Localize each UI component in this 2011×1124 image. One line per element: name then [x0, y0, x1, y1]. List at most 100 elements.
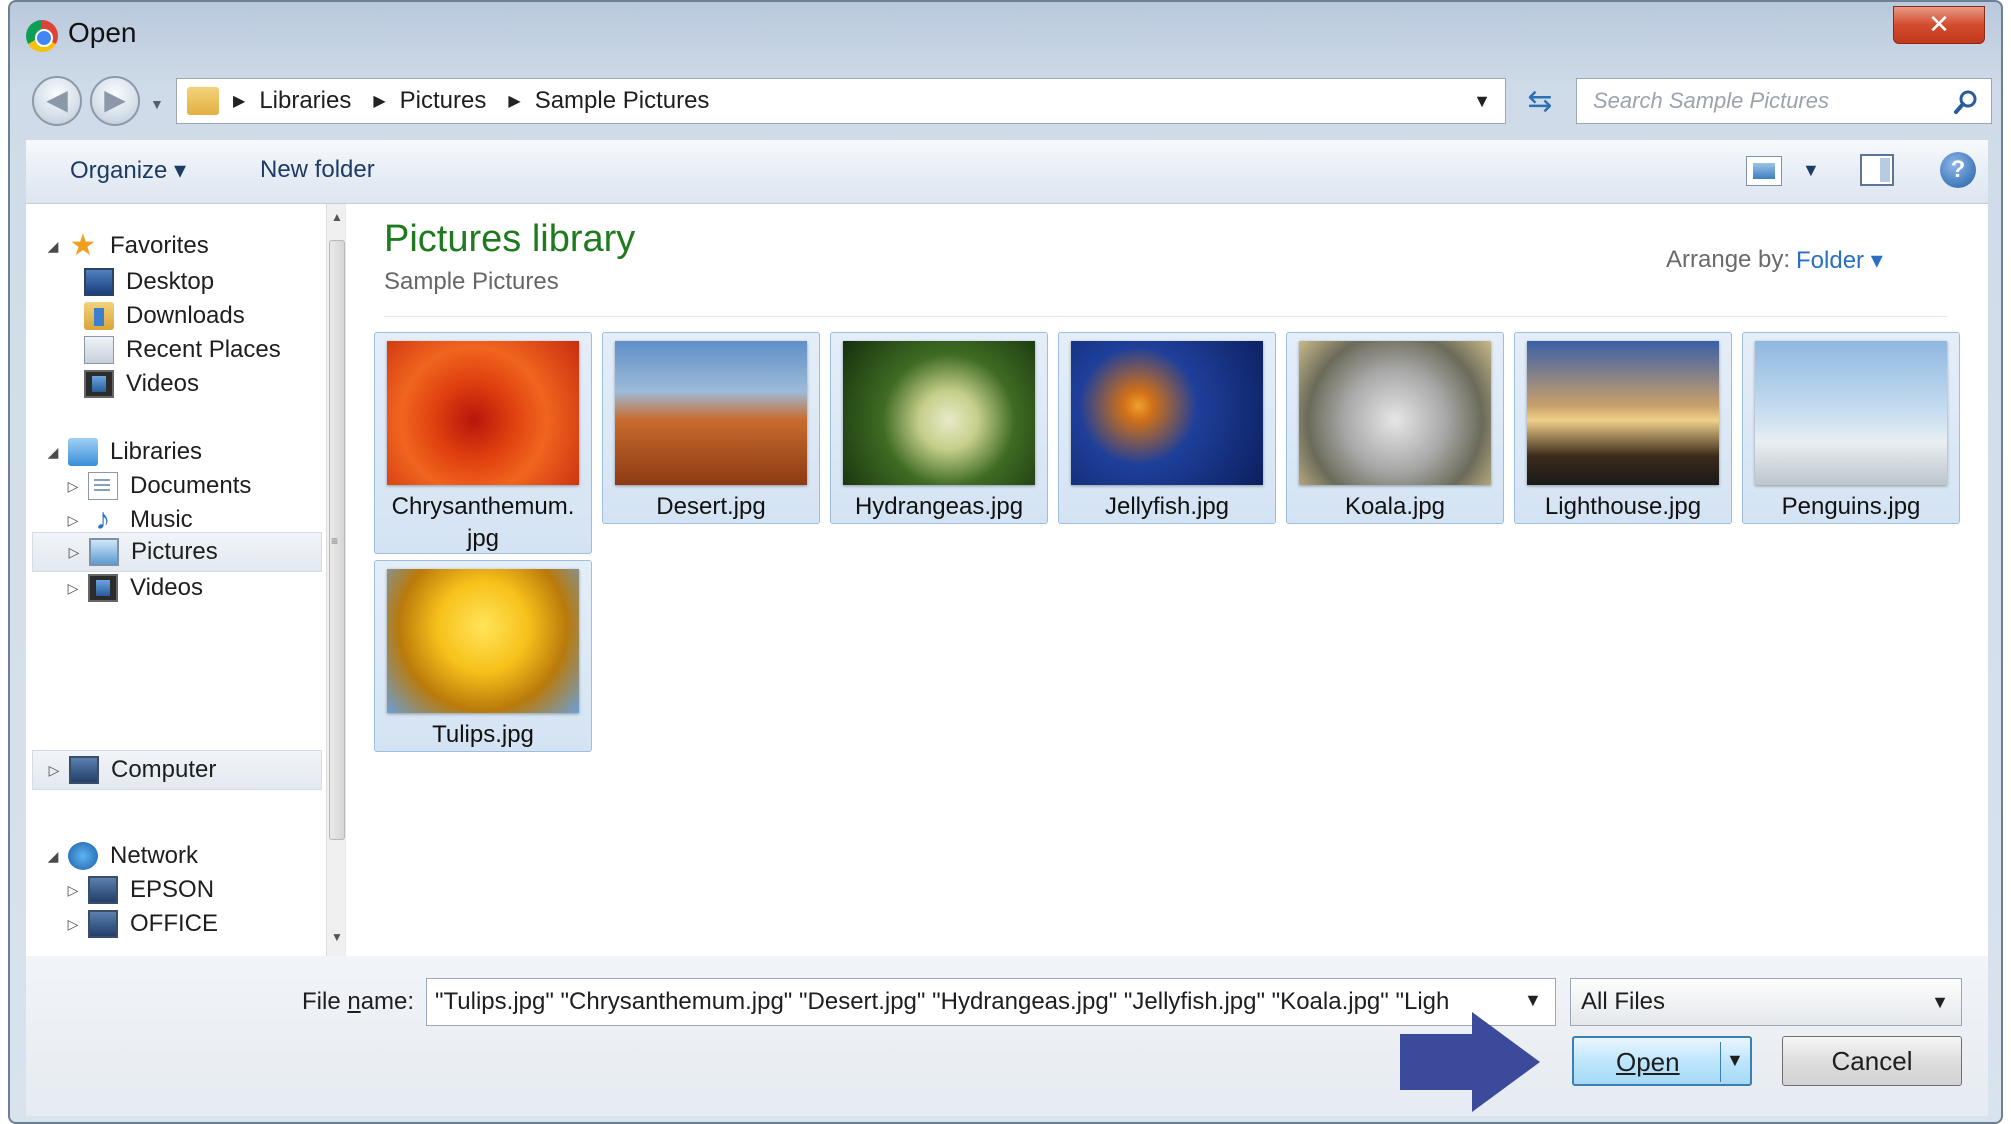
- nav-label: Recent Places: [126, 336, 281, 363]
- expand-icon[interactable]: ▷: [64, 882, 82, 899]
- thumbnail: [1299, 341, 1491, 485]
- expand-icon[interactable]: ▷: [64, 478, 82, 495]
- file-name-dropdown-icon[interactable]: ▼: [1524, 990, 1542, 1011]
- organize-menu[interactable]: Organize ▾: [70, 156, 186, 185]
- open-button[interactable]: Open ▼: [1572, 1036, 1752, 1086]
- file-name: Koala.jpg: [1344, 493, 1446, 520]
- search-placeholder: Search Sample Pictures: [1593, 88, 1829, 113]
- new-folder-button[interactable]: New folder: [260, 156, 375, 184]
- file-name-field[interactable]: "Tulips.jpg" "Chrysanthemum.jpg" "Desert…: [426, 978, 1556, 1026]
- nav-label: Pictures: [131, 538, 218, 565]
- file-tile-tulips[interactable]: Tulips.jpg: [374, 560, 592, 752]
- file-name: Penguins.jpg: [1781, 493, 1921, 520]
- nav-computer[interactable]: ▷ Computer: [32, 750, 322, 790]
- navigation-pane: ◢ ★ Favorites Desktop Downloads Recent P…: [26, 204, 346, 956]
- file-tile-desert[interactable]: Desert.jpg: [602, 332, 820, 524]
- window-title: Open: [68, 17, 137, 48]
- nav-label: Documents: [130, 472, 252, 499]
- refresh-icon[interactable]: ⇆: [1520, 84, 1560, 124]
- accelerator-key: n: [347, 988, 361, 1015]
- computer-icon: [88, 910, 118, 938]
- nav-pictures[interactable]: ▷ Pictures: [32, 532, 322, 572]
- divider: [384, 316, 1948, 317]
- search-icon[interactable]: [1953, 89, 1979, 115]
- expand-icon[interactable]: ▷: [64, 580, 82, 597]
- cancel-button[interactable]: Cancel: [1782, 1036, 1962, 1086]
- file-tile-jellyfish[interactable]: Jellyfish.jpg: [1058, 332, 1276, 524]
- desktop-icon: [84, 268, 114, 296]
- breadcrumb-libraries[interactable]: Libraries: [259, 87, 351, 115]
- back-button[interactable]: ◀: [32, 76, 82, 126]
- nav-label: Videos: [126, 370, 199, 397]
- breadcrumb: ▶ Libraries ▶ Pictures ▶ Sample Pictures: [233, 87, 731, 115]
- breadcrumb-pictures[interactable]: Pictures: [400, 87, 487, 115]
- chrome-icon: [26, 20, 58, 52]
- nav-label: Videos: [130, 574, 203, 601]
- file-tile-koala[interactable]: Koala.jpg: [1286, 332, 1504, 524]
- videos-icon: [84, 370, 114, 398]
- star-icon: ★: [69, 229, 97, 262]
- collapse-icon[interactable]: ◢: [44, 444, 62, 461]
- library-title: Pictures library: [384, 218, 636, 260]
- nav-favorite-videos[interactable]: Videos: [84, 364, 199, 404]
- thumbnail: [1755, 341, 1947, 485]
- nav-label: OFFICE: [130, 910, 218, 937]
- collapse-icon[interactable]: ◢: [44, 238, 62, 255]
- file-type-select[interactable]: All Files ▼: [1570, 978, 1962, 1026]
- nav-library-videos[interactable]: ▷ Videos: [64, 568, 203, 608]
- videos-icon: [88, 574, 118, 602]
- scroll-up-icon[interactable]: ▲: [329, 210, 345, 230]
- change-view-icon[interactable]: [1746, 156, 1782, 186]
- file-name: Desert.jpg: [656, 493, 766, 520]
- file-type-value: All Files: [1581, 988, 1666, 1015]
- file-tile-hydrangeas[interactable]: Hydrangeas.jpg: [830, 332, 1048, 524]
- thumbnail: [615, 341, 807, 485]
- address-dropdown-icon[interactable]: ▼: [1473, 91, 1491, 112]
- file-tile-penguins[interactable]: Penguins.jpg: [1742, 332, 1960, 524]
- expand-icon[interactable]: ▷: [65, 544, 83, 561]
- music-icon: ♪: [95, 503, 111, 536]
- file-name: Hydrangeas.jpg: [854, 493, 1024, 520]
- pictures-icon: [89, 538, 119, 566]
- chevron-right-icon[interactable]: ▶: [233, 91, 245, 111]
- file-list-pane: Pictures library Sample Pictures Arrange…: [348, 204, 1988, 956]
- open-label: Open: [1616, 1047, 1680, 1077]
- pointer-arrow-icon: [1400, 1012, 1540, 1112]
- file-tile-lighthouse[interactable]: Lighthouse.jpg: [1514, 332, 1732, 524]
- file-tile-chrysanthemum[interactable]: Chrysanthemum. jpg: [374, 332, 592, 554]
- open-options-dropdown-icon[interactable]: ▼: [1726, 1050, 1744, 1071]
- computer-icon: [88, 876, 118, 904]
- help-icon[interactable]: ?: [1940, 152, 1976, 188]
- open-dialog-window: Open ✕ ◀ ▶ ▼ ▶ Libraries ▶ Pictures ▶ Sa…: [8, 0, 2003, 1124]
- nav-scrollbar[interactable]: ▲ ≡ ▼: [326, 204, 345, 956]
- nav-label: Computer: [111, 756, 217, 783]
- view-options-dropdown[interactable]: ▼: [1802, 160, 1820, 181]
- forward-button[interactable]: ▶: [90, 76, 140, 126]
- collapse-icon[interactable]: ◢: [44, 848, 62, 865]
- close-button[interactable]: ✕: [1893, 6, 1985, 44]
- expand-icon[interactable]: ▷: [64, 916, 82, 933]
- chevron-down-icon[interactable]: ▼: [1931, 992, 1949, 1013]
- title-bar: Open ✕: [10, 2, 2001, 70]
- breadcrumb-sample-pictures[interactable]: Sample Pictures: [535, 87, 710, 115]
- nav-label: EPSON: [130, 876, 215, 903]
- grip-icon: ≡: [331, 534, 339, 548]
- arrange-by-dropdown[interactable]: Folder ▾: [1796, 246, 1883, 275]
- chevron-right-icon[interactable]: ▶: [373, 91, 385, 111]
- expand-icon[interactable]: ▷: [45, 762, 63, 779]
- address-row: ◀ ▶ ▼ ▶ Libraries ▶ Pictures ▶ Sample Pi…: [10, 70, 2001, 132]
- expand-icon[interactable]: ▷: [64, 512, 82, 529]
- nav-favorites[interactable]: ◢ ★ Favorites: [44, 226, 209, 266]
- chevron-right-icon[interactable]: ▶: [508, 91, 520, 111]
- folder-icon: [187, 87, 219, 115]
- address-bar[interactable]: ▶ Libraries ▶ Pictures ▶ Sample Pictures…: [176, 78, 1506, 124]
- label-part: File: [302, 988, 348, 1015]
- nav-office[interactable]: ▷ OFFICE: [64, 904, 218, 944]
- thumbnail: [843, 341, 1035, 485]
- recent-pages-dropdown[interactable]: ▼: [150, 96, 164, 112]
- scroll-down-icon[interactable]: ▼: [329, 930, 345, 950]
- search-input[interactable]: Search Sample Pictures: [1576, 78, 1992, 124]
- network-icon: [68, 842, 98, 870]
- nav-label: Music: [130, 506, 193, 533]
- preview-pane-icon[interactable]: [1860, 154, 1894, 186]
